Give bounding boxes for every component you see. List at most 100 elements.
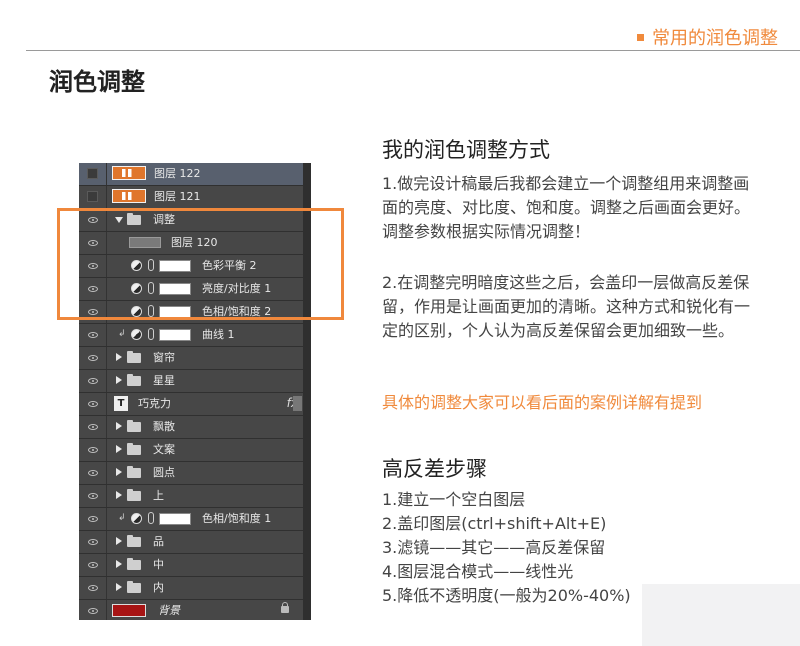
layer-name: 色彩平衡 2 xyxy=(202,259,257,272)
visibility-toggle[interactable] xyxy=(79,209,107,231)
section-label-text: 常用的润色调整 xyxy=(652,28,778,49)
layer-name: 图层 121 xyxy=(154,190,201,203)
layer-row[interactable]: 内 xyxy=(79,577,311,600)
visibility-toggle[interactable] xyxy=(79,439,107,461)
layer-name: 文案 xyxy=(153,443,175,456)
adjustment-icon xyxy=(131,306,142,317)
eye-icon xyxy=(88,608,98,614)
layer-row[interactable]: 调整 xyxy=(79,209,311,232)
layer-mask-thumbnail xyxy=(159,329,191,341)
visibility-toggle[interactable] xyxy=(79,278,107,300)
visibility-toggle[interactable] xyxy=(79,485,107,507)
layer-row[interactable]: 图层 120 xyxy=(79,232,311,255)
eye-icon xyxy=(88,309,98,315)
folder-icon xyxy=(127,535,141,547)
clipping-arrow-icon: ↲ xyxy=(118,329,126,339)
eye-icon xyxy=(88,562,98,568)
eye-icon xyxy=(88,217,98,223)
collapse-arrow-icon xyxy=(116,376,122,384)
visibility-toggle[interactable] xyxy=(79,393,107,415)
eye-icon xyxy=(88,263,98,269)
visibility-toggle[interactable] xyxy=(79,416,107,438)
visibility-toggle[interactable] xyxy=(79,301,107,323)
visibility-toggle[interactable] xyxy=(79,462,107,484)
visibility-toggle[interactable] xyxy=(79,232,107,254)
eye-icon xyxy=(88,470,98,476)
adjustment-icon xyxy=(131,329,142,340)
layer-thumbnail xyxy=(112,166,146,180)
layer-row[interactable]: T巧克力fx xyxy=(79,393,311,416)
eye-icon xyxy=(88,355,98,361)
layer-row[interactable]: 上 xyxy=(79,485,311,508)
section1-note: 具体的调整大家可以看后面的案例详解有提到 xyxy=(382,393,703,412)
layer-mask-thumbnail xyxy=(159,283,191,295)
visibility-toggle[interactable] xyxy=(79,324,107,346)
step-item: 2.盖印图层(ctrl+shift+Alt+E) xyxy=(382,514,607,533)
section-label: 常用的润色调整 xyxy=(637,24,778,50)
layer-row[interactable]: ↲ 色相/饱和度 1 xyxy=(79,508,311,531)
eye-icon xyxy=(88,585,98,591)
layer-thumbnail xyxy=(112,189,146,203)
layer-row[interactable]: 色相/饱和度 2 xyxy=(79,301,311,324)
visibility-toggle[interactable] xyxy=(79,163,107,185)
layer-row[interactable]: 背景 xyxy=(79,600,311,620)
layer-mask-thumbnail xyxy=(159,260,191,272)
eye-icon xyxy=(88,378,98,384)
step-item: 3.滤镜——其它——高反差保留 xyxy=(382,538,606,557)
layer-thumbnail xyxy=(112,604,146,617)
layer-row[interactable]: 文案 xyxy=(79,439,311,462)
section1-title: 我的润色调整方式 xyxy=(382,138,550,162)
layer-row[interactable]: 飘散 xyxy=(79,416,311,439)
layer-name: 图层 120 xyxy=(171,236,218,249)
layer-mask-thumbnail xyxy=(159,306,191,318)
effects-expand-icon[interactable] xyxy=(293,396,302,411)
layer-row[interactable]: ↲ 曲线 1 xyxy=(79,324,311,347)
layers-panel[interactable]: 图层 122 图层 121 调整图层 120 色彩平衡 2 亮度/对比度 1 色相/饱和度… xyxy=(79,163,311,620)
steps-list: 1.建立一个空白图层 2.盖印图层(ctrl+shift+Alt+E) 3.滤镜… xyxy=(382,488,642,608)
folder-icon xyxy=(127,558,141,570)
eye-icon xyxy=(88,332,98,338)
eye-icon xyxy=(88,493,98,499)
hidden-box-icon xyxy=(87,168,98,179)
visibility-toggle[interactable] xyxy=(79,186,107,208)
visibility-toggle[interactable] xyxy=(79,554,107,576)
text-layer-icon: T xyxy=(114,396,128,411)
layer-name: 曲线 1 xyxy=(202,328,235,341)
collapse-arrow-icon xyxy=(116,445,122,453)
layer-row[interactable]: 圆点 xyxy=(79,462,311,485)
eye-icon xyxy=(88,516,98,522)
visibility-toggle[interactable] xyxy=(79,370,107,392)
layer-row[interactable]: 星星 xyxy=(79,370,311,393)
layer-name: 上 xyxy=(153,489,164,502)
step-item: 1.建立一个空白图层 xyxy=(382,490,526,509)
visibility-toggle[interactable] xyxy=(79,600,107,620)
collapse-arrow-icon xyxy=(116,468,122,476)
folder-icon xyxy=(127,443,141,455)
layer-name: 图层 122 xyxy=(154,167,201,180)
layer-row[interactable]: 窗帘 xyxy=(79,347,311,370)
layer-row[interactable]: 品 xyxy=(79,531,311,554)
visibility-toggle[interactable] xyxy=(79,577,107,599)
section1-paragraph-1: 1.做完设计稿最后我都会建立一个调整组用来调整画面的亮度、对比度、饱和度。调整之… xyxy=(382,174,751,241)
link-icon xyxy=(148,282,154,294)
layers-scrollbar[interactable] xyxy=(303,163,311,620)
adjustment-icon xyxy=(131,283,142,294)
visibility-toggle[interactable] xyxy=(79,508,107,530)
layer-row[interactable]: 色彩平衡 2 xyxy=(79,255,311,278)
visibility-toggle[interactable] xyxy=(79,347,107,369)
layer-row[interactable]: 亮度/对比度 1 xyxy=(79,278,311,301)
clipping-arrow-icon: ↲ xyxy=(118,513,126,523)
layer-name: 调整 xyxy=(153,213,175,226)
eye-icon xyxy=(88,401,98,407)
visibility-toggle[interactable] xyxy=(79,255,107,277)
adjustment-icon xyxy=(131,513,142,524)
eye-icon xyxy=(88,286,98,292)
layer-row[interactable]: 中 xyxy=(79,554,311,577)
layer-row[interactable]: 图层 121 xyxy=(79,186,311,209)
layer-row[interactable]: 图层 122 xyxy=(79,163,311,186)
link-icon xyxy=(148,328,154,340)
visibility-toggle[interactable] xyxy=(79,531,107,553)
link-icon xyxy=(148,259,154,271)
layer-name: 飘散 xyxy=(153,420,175,433)
link-icon xyxy=(148,512,154,524)
